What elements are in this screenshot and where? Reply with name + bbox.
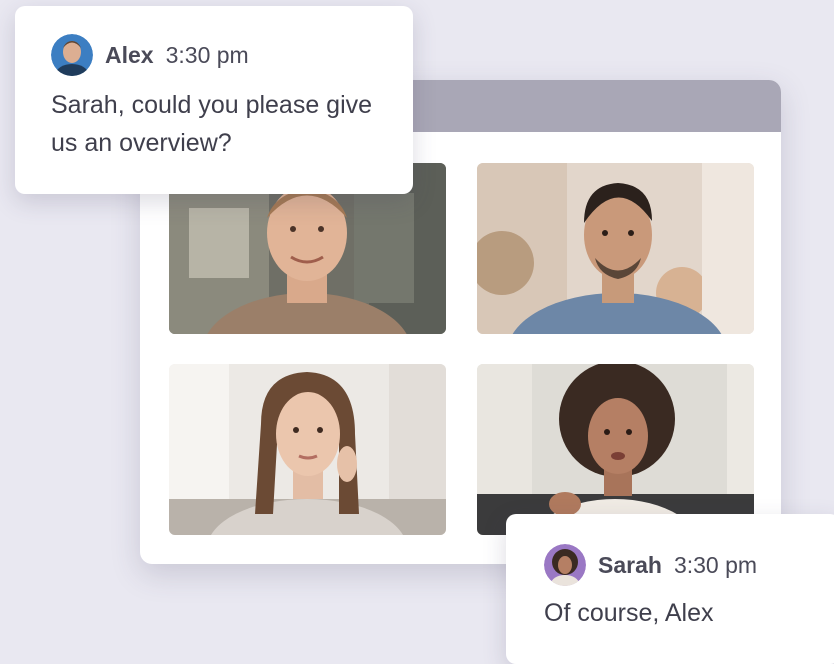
sender-name: Alex [105, 41, 154, 68]
message-time: 3:30 pm [165, 41, 249, 68]
participant-video-2 [477, 163, 754, 334]
participant-video-4 [477, 364, 754, 535]
sender-name: Sarah [598, 551, 662, 578]
message-text: Of course, Alex [544, 599, 714, 627]
participant-video-tile-3[interactable] [169, 364, 446, 535]
message-time: 3:30 pm [673, 551, 758, 578]
message-text: Sarah, could you please give us an overv… [51, 91, 373, 157]
participant-video-3 [169, 364, 446, 535]
chat-bubble-sarah: Sarah 3:30 pm Of course, Alex [506, 514, 834, 664]
chat-bubble-alex: Alex 3:30 pm Sarah, could you please giv… [15, 6, 413, 194]
avatar-alex [51, 34, 93, 76]
participant-video-tile-2[interactable] [477, 163, 754, 334]
avatar-sarah [544, 544, 586, 586]
participant-video-tile-4[interactable] [477, 364, 754, 535]
message-header: Alex 3:30 pm [51, 34, 249, 76]
message-header: Sarah 3:30 pm [544, 544, 757, 586]
